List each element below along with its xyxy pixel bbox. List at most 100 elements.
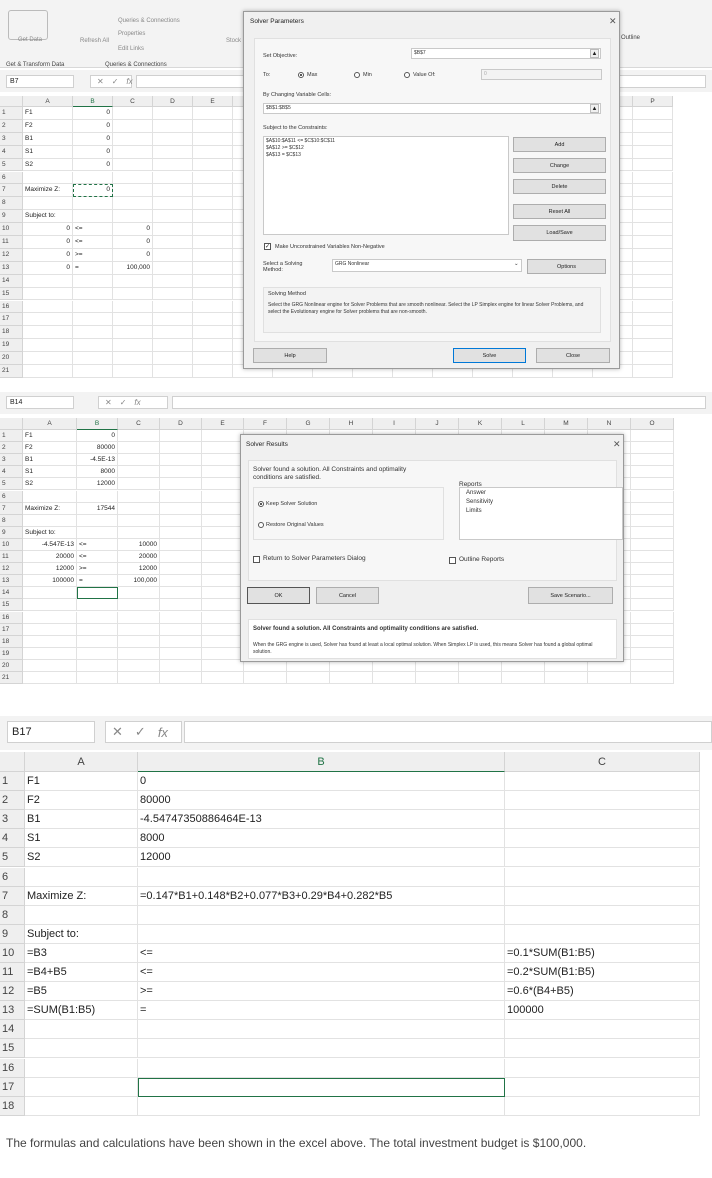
cell-e15[interactable] xyxy=(202,599,244,612)
cell-o17[interactable] xyxy=(631,623,674,636)
cell-a7[interactable]: Maximize Z: xyxy=(25,886,138,906)
cell-a20[interactable] xyxy=(23,659,77,672)
cell-a12[interactable]: =B5 xyxy=(25,982,138,1002)
row-header[interactable]: 21 xyxy=(0,365,23,378)
chevron-down-icon[interactable]: ⌄ xyxy=(514,261,519,267)
cell-e19[interactable] xyxy=(202,647,244,660)
row-header[interactable]: 16 xyxy=(0,611,23,624)
cell-b20[interactable] xyxy=(73,352,113,365)
enter-icon[interactable]: ✓ xyxy=(120,398,127,407)
cell-p19[interactable] xyxy=(633,339,673,353)
row-header[interactable]: 10 xyxy=(0,538,23,551)
queries-connections-button[interactable]: Queries & Connections xyxy=(118,18,180,24)
cell-b14[interactable] xyxy=(77,587,118,600)
cell-o13[interactable] xyxy=(631,575,674,588)
column-header-a[interactable]: A xyxy=(25,752,138,772)
cell-o19[interactable] xyxy=(631,647,674,660)
set-objective-input[interactable]: $B$7 xyxy=(411,48,601,59)
cell-o12[interactable] xyxy=(631,563,674,576)
cell-o15[interactable] xyxy=(631,599,674,612)
cell-d20[interactable] xyxy=(160,659,202,672)
cell-j21[interactable] xyxy=(416,672,459,685)
cell-b18[interactable] xyxy=(73,326,113,340)
cell-b5[interactable]: 0 xyxy=(73,158,113,172)
cell-p3[interactable] xyxy=(633,132,673,146)
cell-d3[interactable] xyxy=(153,132,193,146)
row-header[interactable]: 6 xyxy=(0,867,25,887)
cell-c10[interactable]: 10000 xyxy=(118,538,160,551)
cell-b1[interactable]: 0 xyxy=(73,107,113,120)
column-header-k[interactable]: K xyxy=(459,418,502,430)
cell-e11[interactable] xyxy=(202,551,244,564)
cell-c13[interactable]: 100,000 xyxy=(113,261,153,275)
row-header[interactable]: 11 xyxy=(0,551,23,564)
cell-d16[interactable] xyxy=(160,611,202,624)
cell-c11[interactable]: =0.2*SUM(B1:B5) xyxy=(505,963,700,983)
cell-g21[interactable] xyxy=(287,672,330,685)
delete-button[interactable]: Delete xyxy=(513,179,606,194)
cell-p15[interactable] xyxy=(633,287,673,301)
row-header[interactable]: 8 xyxy=(0,905,25,925)
reset-all-button[interactable]: Reset All xyxy=(513,204,606,219)
cell-d1[interactable] xyxy=(153,107,193,120)
row-header[interactable]: 10 xyxy=(0,223,23,236)
cell-a11[interactable]: 0 xyxy=(23,236,73,249)
nonnegative-checkbox[interactable]: ✓ xyxy=(264,243,271,250)
cell-b8[interactable] xyxy=(138,905,505,925)
cell-b11[interactable]: <= xyxy=(138,963,505,983)
row-header[interactable]: 1 xyxy=(0,772,25,792)
name-box[interactable]: B14 xyxy=(6,396,74,409)
cell-o3[interactable] xyxy=(631,454,674,467)
row-header[interactable]: 16 xyxy=(0,1058,25,1078)
cell-a14[interactable] xyxy=(23,274,73,288)
close-icon[interactable]: ✕ xyxy=(609,16,617,27)
row-header[interactable]: 8 xyxy=(0,514,23,527)
column-header-j[interactable]: J xyxy=(416,418,459,430)
cell-c13[interactable]: 100,000 xyxy=(118,575,160,588)
cell-a12[interactable]: 0 xyxy=(23,248,73,262)
cell-e1[interactable] xyxy=(202,430,244,443)
cell-e17[interactable] xyxy=(193,313,233,327)
cell-e12[interactable] xyxy=(193,248,233,262)
cell-a6[interactable] xyxy=(23,490,77,503)
cell-b13[interactable]: = xyxy=(138,1001,505,1021)
cell-c18[interactable] xyxy=(505,1096,700,1116)
cell-b15[interactable] xyxy=(77,599,118,612)
cell-a18[interactable] xyxy=(23,635,77,648)
cell-a15[interactable] xyxy=(23,287,73,301)
solve-button[interactable]: Solve xyxy=(453,348,526,363)
cell-c12[interactable]: 0 xyxy=(113,248,153,262)
cell-d16[interactable] xyxy=(153,300,193,314)
cell-a6[interactable] xyxy=(25,867,138,887)
cell-b6[interactable] xyxy=(138,867,505,887)
row-header[interactable]: 15 xyxy=(0,1039,25,1059)
row-header[interactable]: 19 xyxy=(0,339,23,353)
outline-reports-checkbox[interactable] xyxy=(449,557,456,564)
row-header[interactable]: 5 xyxy=(0,158,23,172)
cell-e7[interactable] xyxy=(202,502,244,515)
close-icon[interactable]: ✕ xyxy=(613,439,621,450)
cell-c1[interactable] xyxy=(505,772,700,792)
cell-a5[interactable]: S2 xyxy=(25,848,138,868)
column-header-l[interactable]: L xyxy=(502,418,545,430)
cell-c18[interactable] xyxy=(118,635,160,648)
cell-e20[interactable] xyxy=(193,352,233,365)
add-button[interactable]: Add xyxy=(513,137,606,152)
cell-c11[interactable]: 20000 xyxy=(118,551,160,564)
name-box[interactable]: B17 xyxy=(7,721,95,743)
cell-c21[interactable] xyxy=(113,365,153,378)
cell-e13[interactable] xyxy=(202,575,244,588)
cell-c4[interactable] xyxy=(118,466,160,479)
cell-e2[interactable] xyxy=(202,442,244,455)
row-header[interactable]: 17 xyxy=(0,623,23,636)
row-header[interactable]: 19 xyxy=(0,647,23,660)
cell-c8[interactable] xyxy=(505,905,700,925)
cell-p17[interactable] xyxy=(633,313,673,327)
row-header[interactable]: 14 xyxy=(0,587,23,600)
cell-d4[interactable] xyxy=(160,466,202,479)
cell-e6[interactable] xyxy=(193,171,233,185)
formula-input[interactable] xyxy=(172,396,706,409)
cell-a11[interactable]: 20000 xyxy=(23,551,77,564)
enter-icon[interactable]: ✓ xyxy=(135,724,146,740)
cell-d4[interactable] xyxy=(153,145,193,159)
